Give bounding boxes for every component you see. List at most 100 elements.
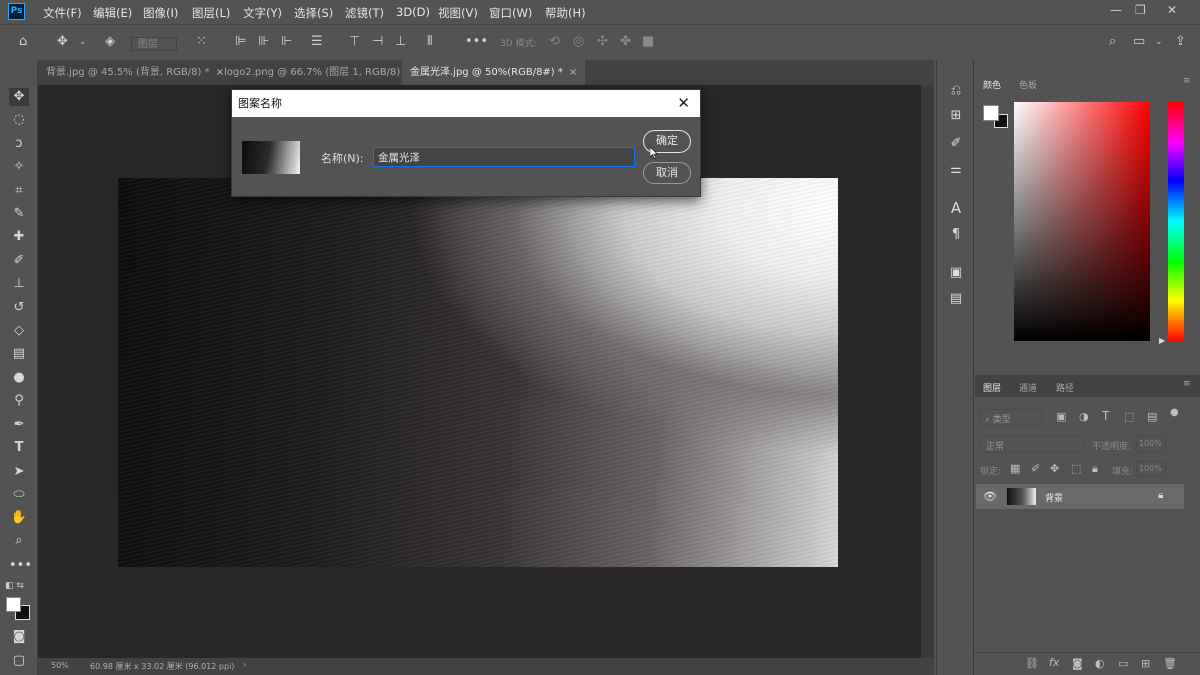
lock-artboard-icon[interactable]: ⬚ (1071, 462, 1081, 475)
menu-layer[interactable]: 图层(L) (192, 5, 230, 21)
marquee-tool-icon[interactable]: ◌ (9, 111, 29, 129)
adjustments-icon[interactable]: ⚌ (947, 161, 965, 179)
swap-colors-icon[interactable]: ◧ ⇆ (5, 581, 33, 591)
transform-controls-icon[interactable]: ⁙ (196, 35, 207, 49)
align-right-icon[interactable]: ⊩ (281, 35, 292, 49)
panel-menu-icon[interactable]: ≡ (1183, 76, 1191, 86)
ellipse-tool-icon[interactable]: ⬭ (9, 486, 29, 504)
healing-brush-icon[interactable]: ✚ (9, 228, 29, 246)
hue-slider-handle[interactable]: ▶ (1159, 336, 1165, 345)
tab-logo2-png[interactable]: logo2.png @ 66.7% (图层 1, RGB/8)× (216, 60, 423, 85)
auto-select-icon[interactable]: ◈ (105, 35, 115, 49)
history-icon[interactable]: ⎌ (947, 82, 965, 100)
chevron-down-icon[interactable]: ⌄ (79, 35, 87, 49)
fill-input[interactable]: 100% (1136, 461, 1166, 477)
align-left-icon[interactable]: ⊫ (235, 35, 246, 49)
delete-layer-icon[interactable]: 🗑︎ (1163, 657, 1177, 670)
tab-paths[interactable]: 路径 (1056, 381, 1074, 394)
menu-filter[interactable]: 滤镜(T) (345, 5, 384, 21)
notes-icon[interactable]: ▤ (947, 290, 965, 308)
foreground-color-swatch[interactable] (6, 597, 21, 612)
layer-select-dropdown[interactable]: 图层 (131, 37, 177, 51)
filter-toggle-icon[interactable]: ● (1170, 407, 1179, 418)
opacity-input[interactable]: 100% (1136, 436, 1166, 452)
3d-roll-icon[interactable]: ◎ (573, 35, 584, 49)
align-top-icon[interactable]: ⊤ (349, 35, 360, 49)
lasso-tool-icon[interactable]: ↄ (9, 135, 29, 153)
workspace-icon[interactable]: ▭ (1133, 35, 1145, 49)
home-icon[interactable]: ⌂ (19, 35, 27, 49)
lock-image-icon[interactable]: ✐ (1031, 462, 1040, 475)
lock-all-icon[interactable]: 🔒︎ (1092, 462, 1098, 476)
hue-slider[interactable] (1168, 102, 1184, 341)
zoom-tool-icon[interactable]: ⌕ (9, 532, 29, 550)
tab-metal-gloss-jpg[interactable]: 金属光泽.jpg @ 50%(RGB/8#) * × (402, 60, 586, 85)
layer-filter-dropdown[interactable]: ⌕ 类型 (980, 409, 1042, 426)
color-picker-field[interactable] (1014, 102, 1150, 341)
filter-pixel-icon[interactable]: ▣ (1056, 410, 1066, 423)
paragraph-icon[interactable]: ¶ (947, 226, 965, 244)
3d-pan-icon[interactable]: ✣ (597, 35, 608, 49)
minimize-icon[interactable]: — (1110, 3, 1122, 17)
distribute-spacing-icon[interactable]: ⫴ (427, 35, 432, 49)
menu-file[interactable]: 文件(F) (43, 5, 82, 21)
libraries-icon[interactable]: ⊞ (947, 107, 965, 125)
more-options-icon[interactable]: ••• (465, 35, 488, 49)
lock-icon[interactable]: 🔒︎ (1158, 490, 1163, 501)
zoom-level[interactable]: 50% (51, 661, 69, 670)
gradient-tool-icon[interactable]: ▤ (9, 345, 29, 363)
pen-tool-icon[interactable]: ✒ (9, 416, 29, 434)
layer-style-icon[interactable]: fx (1049, 656, 1059, 669)
menu-edit[interactable]: 编辑(E) (93, 5, 132, 21)
brush-tool-icon[interactable]: ✐ (9, 252, 29, 270)
clone-stamp-icon[interactable]: ⊥ (9, 275, 29, 293)
close-icon[interactable]: ✕ (677, 95, 690, 111)
menu-image[interactable]: 图像(I) (143, 5, 178, 21)
align-center-icon[interactable]: ⊪ (258, 35, 269, 49)
chevron-right-icon[interactable]: › (243, 660, 246, 669)
history-brush-icon[interactable]: ↺ (9, 299, 29, 317)
menu-window[interactable]: 窗口(W) (489, 5, 532, 21)
3d-slide-icon[interactable]: ✤ (620, 35, 631, 49)
blur-tool-icon[interactable]: ● (9, 369, 29, 387)
tab-color[interactable]: 颜色 (983, 78, 1001, 91)
quick-mask-icon[interactable]: ◙ (9, 628, 29, 646)
tab-layers[interactable]: 图层 (983, 381, 1001, 394)
restore-icon[interactable]: ❐ (1135, 3, 1146, 17)
add-mask-icon[interactable]: ◙ (1072, 657, 1083, 670)
menu-view[interactable]: 视图(V) (438, 5, 478, 21)
path-selection-icon[interactable]: ➤ (9, 463, 29, 481)
move-tool-icon[interactable]: ✥ (57, 35, 68, 49)
brush-settings-icon[interactable]: ✐ (947, 135, 965, 153)
filter-type-icon[interactable]: T (1102, 409, 1109, 423)
chevron-down-icon[interactable]: ⌄ (1155, 35, 1163, 49)
properties-icon[interactable]: ▣ (947, 264, 965, 282)
adjustment-layer-icon[interactable]: ◐ (1095, 657, 1105, 670)
move-tool-icon[interactable]: ✥ (9, 88, 29, 106)
cancel-button[interactable]: 取消 (643, 162, 691, 184)
filter-smart-object-icon[interactable]: ▤ (1147, 410, 1157, 423)
eye-icon[interactable]: 👁︎ (983, 490, 997, 503)
search-icon[interactable]: ⌕ (1109, 35, 1116, 49)
eraser-icon[interactable]: ◇ (9, 322, 29, 340)
filter-shape-icon[interactable]: ⬚ (1124, 410, 1134, 423)
menu-3d[interactable]: 3D(D) (396, 5, 430, 19)
distribute-icon[interactable]: ☰ (311, 35, 323, 49)
close-window-icon[interactable]: ✕ (1167, 3, 1177, 17)
align-bottom-icon[interactable]: ⊥ (395, 35, 406, 49)
vertical-scrollbar[interactable] (921, 85, 934, 658)
menu-select[interactable]: 选择(S) (294, 5, 333, 21)
dodge-tool-icon[interactable]: ⚲ (9, 392, 29, 410)
pattern-name-input[interactable] (373, 147, 635, 167)
blend-mode-dropdown[interactable]: 正常 (980, 436, 1084, 453)
magic-wand-icon[interactable]: ✧ (9, 158, 29, 176)
link-layers-icon[interactable]: ⛓︎ (1025, 657, 1039, 670)
close-icon[interactable]: × (569, 67, 577, 78)
lock-transparent-icon[interactable]: ▦ (1010, 462, 1020, 475)
tab-channels[interactable]: 通道 (1019, 381, 1037, 394)
type-tool-icon[interactable]: T (9, 439, 29, 457)
character-icon[interactable]: A (947, 199, 965, 217)
hand-tool-icon[interactable]: ✋ (9, 509, 29, 527)
3d-video-icon[interactable]: ■ (642, 35, 654, 49)
lock-position-icon[interactable]: ✥ (1050, 462, 1059, 475)
